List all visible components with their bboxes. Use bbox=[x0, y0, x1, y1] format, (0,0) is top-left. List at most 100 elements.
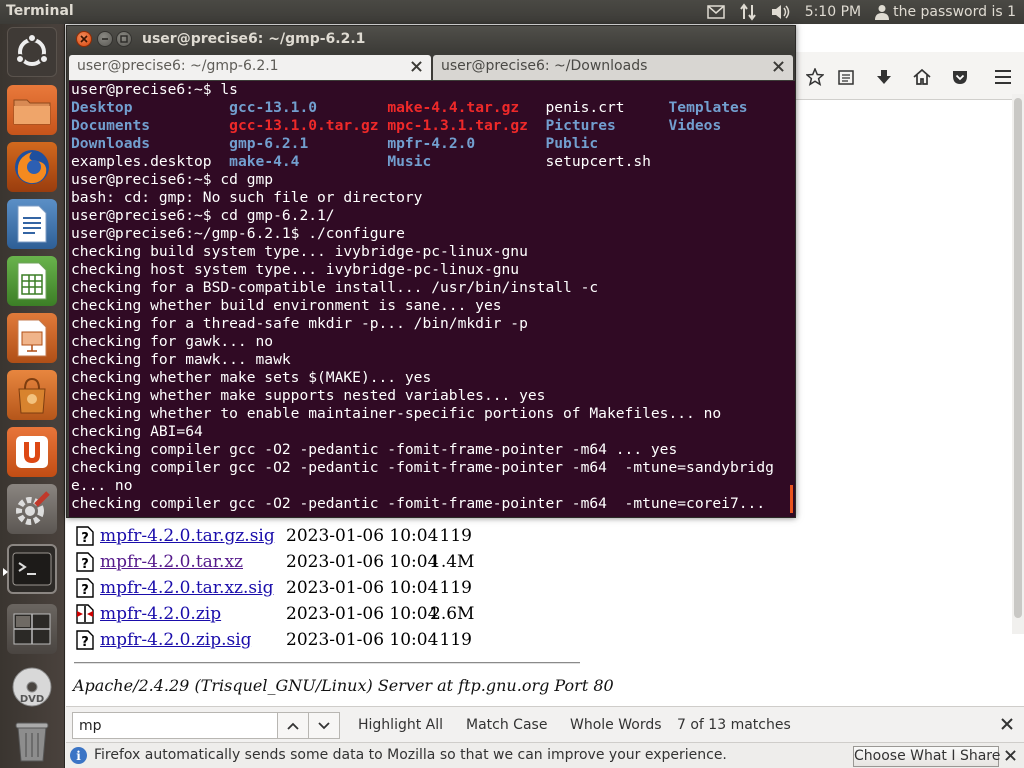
whole-words-toggle[interactable]: Whole Words bbox=[570, 717, 662, 733]
download-icon[interactable] bbox=[873, 66, 895, 88]
ls-entry: mpfr-4.2.0 bbox=[387, 135, 476, 152]
terminal-titlebar[interactable]: user@precise6: ~/gmp-6.2.1 bbox=[67, 26, 795, 53]
ls-entry: examples.desktop bbox=[71, 153, 212, 170]
terminal-line: user@precise6:~$ cd gmp bbox=[71, 171, 274, 188]
svg-text:?: ? bbox=[81, 635, 89, 650]
file-link[interactable]: mpfr-4.2.0.tar.xz.sig bbox=[100, 578, 273, 598]
list-item: mpfr-4.2.0.zip 2023-01-06 10:04 2.6M bbox=[74, 602, 554, 626]
reading-list-icon[interactable] bbox=[835, 66, 857, 88]
ls-entry: setupcert.sh bbox=[545, 153, 651, 170]
ubuntu-one-icon[interactable] bbox=[7, 427, 57, 477]
tab-label: user@precise6: ~/gmp-6.2.1 bbox=[77, 58, 279, 74]
home-icon[interactable] bbox=[911, 66, 933, 88]
pocket-icon[interactable] bbox=[949, 66, 971, 88]
terminal-line: user@precise6:~$ ls bbox=[71, 81, 238, 98]
horizontal-rule bbox=[74, 662, 580, 664]
user-icon bbox=[875, 5, 890, 20]
terminal-tab-downloads[interactable]: user@precise6: ~/Downloads bbox=[433, 55, 793, 80]
unknown-file-icon: ? bbox=[76, 578, 94, 598]
find-bar: Highlight All Match Case Whole Words 7 o… bbox=[66, 706, 1024, 742]
info-icon: i bbox=[70, 747, 87, 764]
unknown-file-icon: ? bbox=[76, 526, 94, 546]
dvd-icon[interactable]: DVD bbox=[7, 662, 57, 712]
bookmark-star-icon[interactable] bbox=[804, 66, 826, 88]
libreoffice-impress-icon[interactable] bbox=[7, 313, 57, 363]
file-date: 2023-01-06 10:04 bbox=[286, 552, 439, 572]
ls-entry: Templates bbox=[668, 99, 748, 116]
volume-icon[interactable] bbox=[771, 4, 791, 20]
libreoffice-calc-icon[interactable] bbox=[7, 256, 57, 306]
chevron-down-icon bbox=[318, 721, 330, 729]
file-size: 119 bbox=[439, 630, 472, 650]
ls-entry: Pictures bbox=[545, 117, 616, 134]
choose-what-i-share-button[interactable]: Choose What I Share bbox=[853, 746, 1000, 767]
find-match-count: 7 of 13 matches bbox=[677, 717, 791, 733]
minimize-icon bbox=[102, 38, 108, 40]
libreoffice-writer-icon[interactable] bbox=[7, 199, 57, 249]
file-size: 119 bbox=[439, 578, 472, 598]
workspace-icon[interactable] bbox=[7, 604, 57, 654]
chevron-up-icon bbox=[287, 722, 299, 730]
window-maximize-button[interactable] bbox=[116, 31, 132, 47]
ls-entry: mpc-1.3.1.tar.gz bbox=[387, 117, 528, 134]
ubuntu-logo-icon[interactable] bbox=[7, 27, 57, 77]
close-icon bbox=[80, 35, 88, 43]
terminal-icon[interactable] bbox=[3, 544, 57, 594]
file-size: 2.6M bbox=[430, 604, 475, 624]
file-size: 1.4M bbox=[430, 552, 475, 572]
window-minimize-button[interactable] bbox=[97, 31, 113, 47]
user-menu[interactable]: the password is 1 bbox=[875, 4, 1016, 20]
file-link[interactable]: mpfr-4.2.0.zip bbox=[100, 604, 221, 624]
find-previous-button[interactable] bbox=[277, 712, 309, 739]
window-close-button[interactable] bbox=[76, 31, 92, 47]
terminal-line: checking for a BSD-compatible install...… bbox=[71, 279, 599, 296]
firefox-icon[interactable] bbox=[7, 142, 57, 192]
file-link[interactable]: mpfr-4.2.0.zip.sig bbox=[100, 630, 252, 650]
user-label: the password is 1 bbox=[893, 4, 1016, 20]
tab-label: user@precise6: ~/Downloads bbox=[441, 58, 648, 74]
close-icon[interactable] bbox=[771, 59, 785, 73]
ls-entry: Desktop bbox=[71, 99, 133, 116]
ls-entry: make-4.4.tar.gz bbox=[387, 99, 520, 116]
file-date: 2023-01-06 10:04 bbox=[286, 578, 439, 598]
file-link[interactable]: mpfr-4.2.0.tar.xz bbox=[100, 552, 243, 572]
file-date: 2023-01-06 10:04 bbox=[286, 604, 439, 624]
terminal-line: checking whether make supports nested va… bbox=[71, 387, 546, 404]
ls-output-row: examples.desktop make-4.4 Music setupcer… bbox=[71, 153, 774, 171]
scrollbar-thumb[interactable] bbox=[1014, 98, 1022, 618]
close-icon[interactable] bbox=[1002, 747, 1018, 763]
close-icon[interactable] bbox=[998, 715, 1016, 733]
svg-text:?: ? bbox=[81, 583, 89, 598]
terminal-text: user@precise6:~$ ls Desktop gcc-13.1.0 ma… bbox=[71, 81, 774, 513]
shopping-bag-icon[interactable] bbox=[7, 370, 57, 420]
terminal-output[interactable]: user@precise6:~$ ls Desktop gcc-13.1.0 ma… bbox=[69, 81, 795, 517]
match-case-toggle[interactable]: Match Case bbox=[466, 717, 547, 733]
file-link[interactable]: mpfr-4.2.0.tar.gz.sig bbox=[100, 526, 275, 546]
find-input[interactable] bbox=[72, 712, 278, 739]
close-icon[interactable] bbox=[409, 59, 423, 73]
folder-icon[interactable] bbox=[7, 85, 57, 135]
highlight-all-toggle[interactable]: Highlight All bbox=[358, 717, 443, 733]
mail-icon[interactable] bbox=[706, 5, 725, 19]
menu-icon[interactable] bbox=[992, 66, 1014, 88]
terminal-scroll-indicator bbox=[790, 485, 793, 513]
network-transfer-icon[interactable] bbox=[739, 3, 757, 21]
ls-entry: Downloads bbox=[71, 135, 151, 152]
page-scrollbar[interactable] bbox=[1012, 94, 1024, 634]
terminal-line: user@precise6:~$ cd gmp-6.2.1/ bbox=[71, 207, 335, 224]
list-item: ? mpfr-4.2.0.tar.gz.sig 2023-01-06 10:04… bbox=[74, 524, 554, 548]
trash-icon[interactable] bbox=[7, 716, 57, 766]
ls-entry: gmp-6.2.1 bbox=[229, 135, 309, 152]
terminal-tab-gmp[interactable]: user@precise6: ~/gmp-6.2.1 bbox=[69, 55, 431, 80]
find-next-button[interactable] bbox=[308, 712, 340, 739]
clock[interactable]: 5:10 PM bbox=[805, 4, 861, 20]
settings-icon[interactable] bbox=[7, 484, 57, 534]
file-date: 2023-01-06 10:04 bbox=[286, 526, 439, 546]
ls-output-row: Desktop gcc-13.1.0 make-4.4.tar.gz penis… bbox=[71, 99, 774, 117]
terminal-line: bash: cd: gmp: No such file or directory bbox=[71, 189, 423, 206]
terminal-line: user@precise6:~/gmp-6.2.1$ ./configure bbox=[71, 225, 405, 242]
ls-entry: Music bbox=[387, 153, 432, 170]
running-indicator bbox=[3, 568, 8, 576]
maximize-icon bbox=[120, 35, 128, 43]
server-signature: Apache/2.4.29 (Trisquel_GNU/Linux) Serve… bbox=[73, 676, 614, 695]
